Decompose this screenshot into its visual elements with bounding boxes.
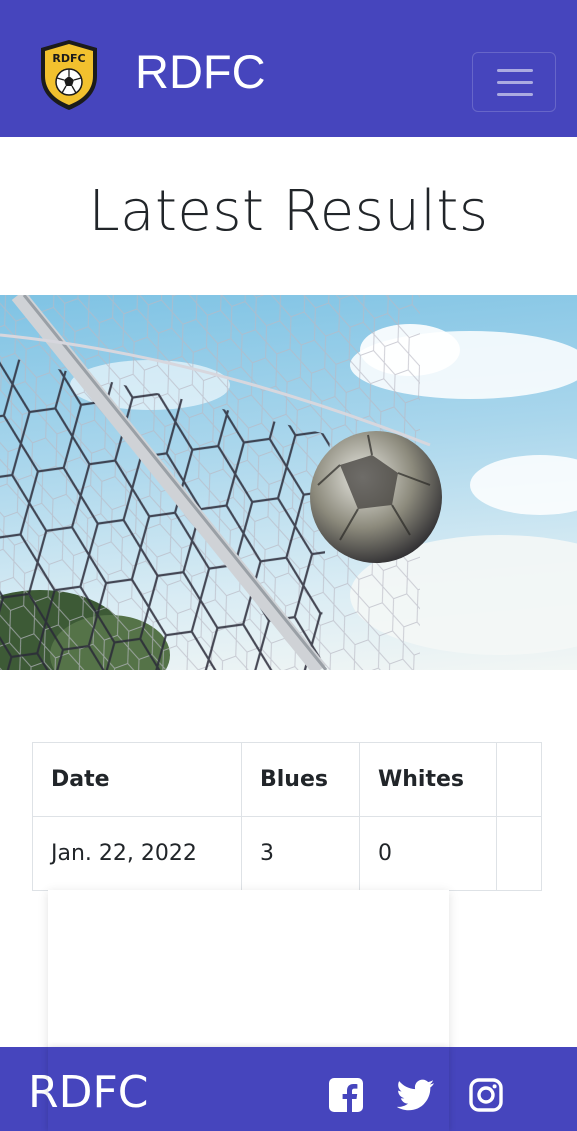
instagram-icon[interactable] xyxy=(469,1078,503,1112)
navbar-brand[interactable]: RDFC xyxy=(135,44,266,100)
page-title: Latest Results xyxy=(88,179,489,244)
footer-brand[interactable]: RDFC xyxy=(28,1065,148,1121)
cell-whites-score: 0 xyxy=(359,816,497,891)
menu-toggle-button[interactable] xyxy=(472,52,556,112)
header-whites: Whites xyxy=(359,742,497,817)
club-crest-logo[interactable]: RDFC xyxy=(38,38,100,112)
footer: RDFC xyxy=(0,1047,577,1131)
results-table: Date Blues Whites Jan. 22, 2022 3 0 xyxy=(32,742,542,891)
header-empty xyxy=(496,742,542,817)
hero-image xyxy=(0,295,577,670)
cell-empty xyxy=(496,816,542,891)
header-blues: Blues xyxy=(241,742,360,817)
navbar: RDFC RDFC xyxy=(0,0,577,137)
cell-date: Jan. 22, 2022 xyxy=(32,816,242,891)
header-date: Date xyxy=(32,742,242,817)
twitter-icon[interactable] xyxy=(397,1077,435,1113)
logo-text: RDFC xyxy=(52,52,85,65)
cell-blues-score: 3 xyxy=(241,816,360,891)
table-row: Jan. 22, 2022 3 0 xyxy=(32,816,542,891)
facebook-icon[interactable] xyxy=(328,1077,364,1113)
table-header-row: Date Blues Whites xyxy=(32,742,542,817)
